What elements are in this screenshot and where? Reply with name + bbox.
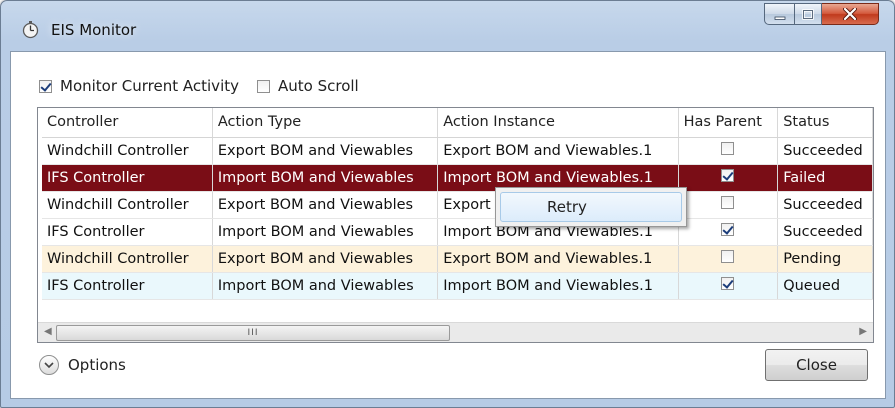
cell-has-parent <box>678 164 779 192</box>
minimize-icon <box>774 5 786 24</box>
grip-icon: III <box>247 328 259 338</box>
table-row[interactable]: Windchill Controller Export BOM and View… <box>42 245 873 273</box>
cell-status: Queued <box>777 272 873 300</box>
col-action-type[interactable]: Action Type <box>212 108 439 138</box>
cell-has-parent <box>678 245 779 273</box>
scroll-left-icon[interactable]: ◀ <box>44 326 52 337</box>
autoscroll-label[interactable]: Auto Scroll <box>278 77 359 95</box>
cell-status: Pending <box>777 245 873 273</box>
col-action-instance[interactable]: Action Instance <box>437 108 679 138</box>
cell-action-instance: Export BOM and Viewables.1 <box>437 137 679 165</box>
table-row[interactable]: IFS Controller Import BOM and Viewables … <box>42 218 873 246</box>
window-close-button[interactable] <box>822 3 879 25</box>
cell-status: Failed <box>777 164 873 192</box>
cell-status: Succeeded <box>777 137 873 165</box>
stopwatch-icon <box>21 20 40 39</box>
monitor-checkbox[interactable] <box>39 79 52 93</box>
cell-action-type: Export BOM and Viewables <box>212 191 439 219</box>
table-row-selected[interactable]: IFS Controller Import BOM and Viewables … <box>42 164 873 192</box>
caption-buttons <box>764 3 879 27</box>
cell-controller: IFS Controller <box>42 272 213 300</box>
cell-controller: IFS Controller <box>42 218 213 246</box>
activity-table: Controller Action Type Action Instance H… <box>42 108 873 300</box>
close-icon <box>843 5 857 24</box>
client-area: Monitor Current Activity Auto Scroll Con… <box>10 51 886 399</box>
cell-action-instance: Export BOM and Viewables.1 <box>437 245 679 273</box>
has-parent-checkbox[interactable] <box>721 169 735 182</box>
cell-has-parent <box>678 218 779 246</box>
cell-controller: IFS Controller <box>42 164 213 192</box>
scrollbar-thumb[interactable]: III <box>56 325 450 341</box>
cell-status: Succeeded <box>777 218 873 246</box>
horizontal-scrollbar[interactable]: ◀ III ▶ <box>38 322 873 342</box>
cell-action-type: Import BOM and Viewables <box>212 218 439 246</box>
cell-has-parent <box>678 272 779 300</box>
maximize-button[interactable] <box>794 3 822 25</box>
table-row[interactable]: Windchill Controller Export BOM and View… <box>42 191 873 219</box>
has-parent-checkbox[interactable] <box>721 277 735 290</box>
table-row[interactable]: Windchill Controller Export BOM and View… <box>42 137 873 165</box>
title-bar[interactable]: EIS Monitor <box>1 1 894 51</box>
has-parent-checkbox[interactable] <box>721 223 735 236</box>
col-controller[interactable]: Controller <box>42 108 213 138</box>
cell-has-parent <box>678 191 779 219</box>
header-row: Controller Action Type Action Instance H… <box>42 108 873 138</box>
cell-action-type: Import BOM and Viewables <box>212 272 439 300</box>
options-label[interactable]: Options <box>68 356 126 374</box>
autoscroll-checkbox[interactable] <box>257 79 270 93</box>
col-status[interactable]: Status <box>777 108 873 138</box>
options-bar: Monitor Current Activity Auto Scroll <box>39 77 377 95</box>
activity-grid[interactable]: Controller Action Type Action Instance H… <box>37 107 874 343</box>
window-title: EIS Monitor <box>51 21 137 39</box>
eis-monitor-window: EIS Monitor Monitor Current Activity Aut… <box>0 0 895 408</box>
retry-menu-item[interactable]: Retry <box>500 192 682 222</box>
cell-action-instance: Import BOM and Viewables.1 <box>437 272 679 300</box>
options-expander[interactable]: Options <box>39 355 126 375</box>
has-parent-checkbox[interactable] <box>721 250 735 263</box>
context-menu: Retry <box>495 187 687 227</box>
cell-controller: Windchill Controller <box>42 137 213 165</box>
has-parent-checkbox[interactable] <box>721 196 735 209</box>
cell-action-type: Export BOM and Viewables <box>212 245 439 273</box>
minimize-button[interactable] <box>764 3 794 25</box>
table-row[interactable]: IFS Controller Import BOM and Viewables … <box>42 272 873 300</box>
cell-status: Succeeded <box>777 191 873 219</box>
cell-action-type: Export BOM and Viewables <box>212 137 439 165</box>
has-parent-checkbox[interactable] <box>721 142 735 155</box>
monitor-label[interactable]: Monitor Current Activity <box>60 77 239 95</box>
col-has-parent[interactable]: Has Parent <box>678 108 779 138</box>
cell-controller: Windchill Controller <box>42 191 213 219</box>
cell-action-type: Import BOM and Viewables <box>212 164 439 192</box>
close-button[interactable]: Close <box>765 349 868 381</box>
scroll-right-icon[interactable]: ▶ <box>859 326 867 337</box>
cell-controller: Windchill Controller <box>42 245 213 273</box>
maximize-icon <box>802 5 814 24</box>
cell-has-parent <box>678 137 779 165</box>
chevron-down-icon[interactable] <box>39 355 59 375</box>
